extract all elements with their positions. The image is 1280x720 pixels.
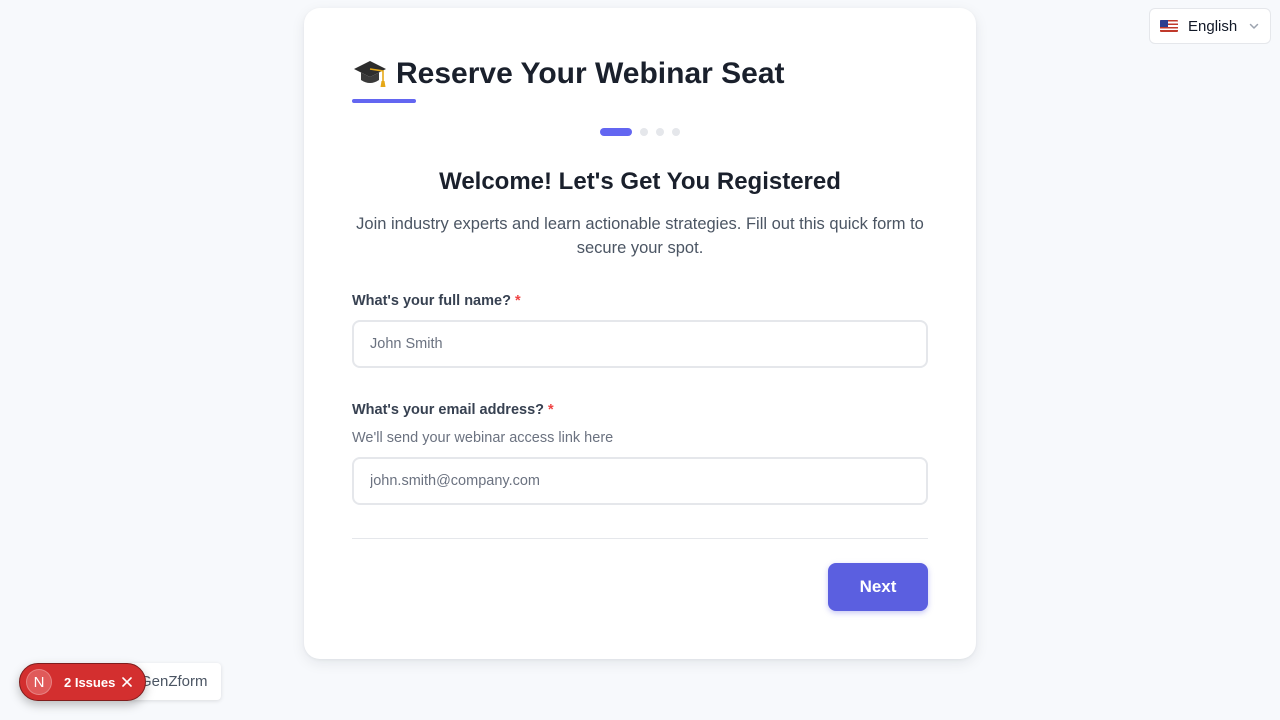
step-indicator	[672, 128, 680, 136]
full-name-label-text: What's your full name?	[352, 293, 511, 309]
form-title: Reserve Your Webinar Seat	[352, 56, 785, 92]
required-marker: *	[514, 293, 521, 309]
step-intro: Join industry experts and learn actionab…	[356, 215, 924, 257]
email-help-text: We'll send your webinar access link here	[352, 430, 614, 446]
language-label: English	[1188, 17, 1238, 35]
step-indicator-active	[600, 128, 632, 136]
form-title-text: Reserve Your Webinar Seat	[396, 57, 785, 90]
language-selector[interactable]: English	[1149, 8, 1271, 44]
next-button[interactable]: Next	[828, 563, 928, 611]
registration-card: Reserve Your Webinar Seat Welcome! Let's…	[304, 8, 976, 659]
full-name-label: What's your full name? *	[352, 293, 521, 309]
required-marker: *	[548, 402, 554, 418]
full-name-input[interactable]	[352, 320, 928, 368]
step-heading: Welcome! Let's Get You Registered	[439, 168, 841, 195]
graduation-cap-icon	[352, 56, 388, 92]
title-underline	[352, 99, 416, 103]
dev-issues-indicator[interactable]: N 2 Issues	[19, 663, 146, 701]
step-indicator	[640, 128, 648, 136]
chevron-down-icon	[1248, 20, 1260, 32]
email-label: What's your email address? *	[352, 402, 554, 418]
close-icon[interactable]	[121, 676, 133, 688]
issues-count: 2 Issues	[64, 674, 116, 690]
nextjs-logo-icon: N	[26, 669, 52, 695]
step-indicator	[656, 128, 664, 136]
branding-label: GenZform	[140, 673, 208, 690]
divider	[352, 538, 928, 539]
email-label-text: What's your email address?	[352, 402, 545, 418]
step-progress	[600, 128, 680, 136]
us-flag-icon	[1160, 20, 1178, 32]
email-input[interactable]	[352, 457, 928, 505]
